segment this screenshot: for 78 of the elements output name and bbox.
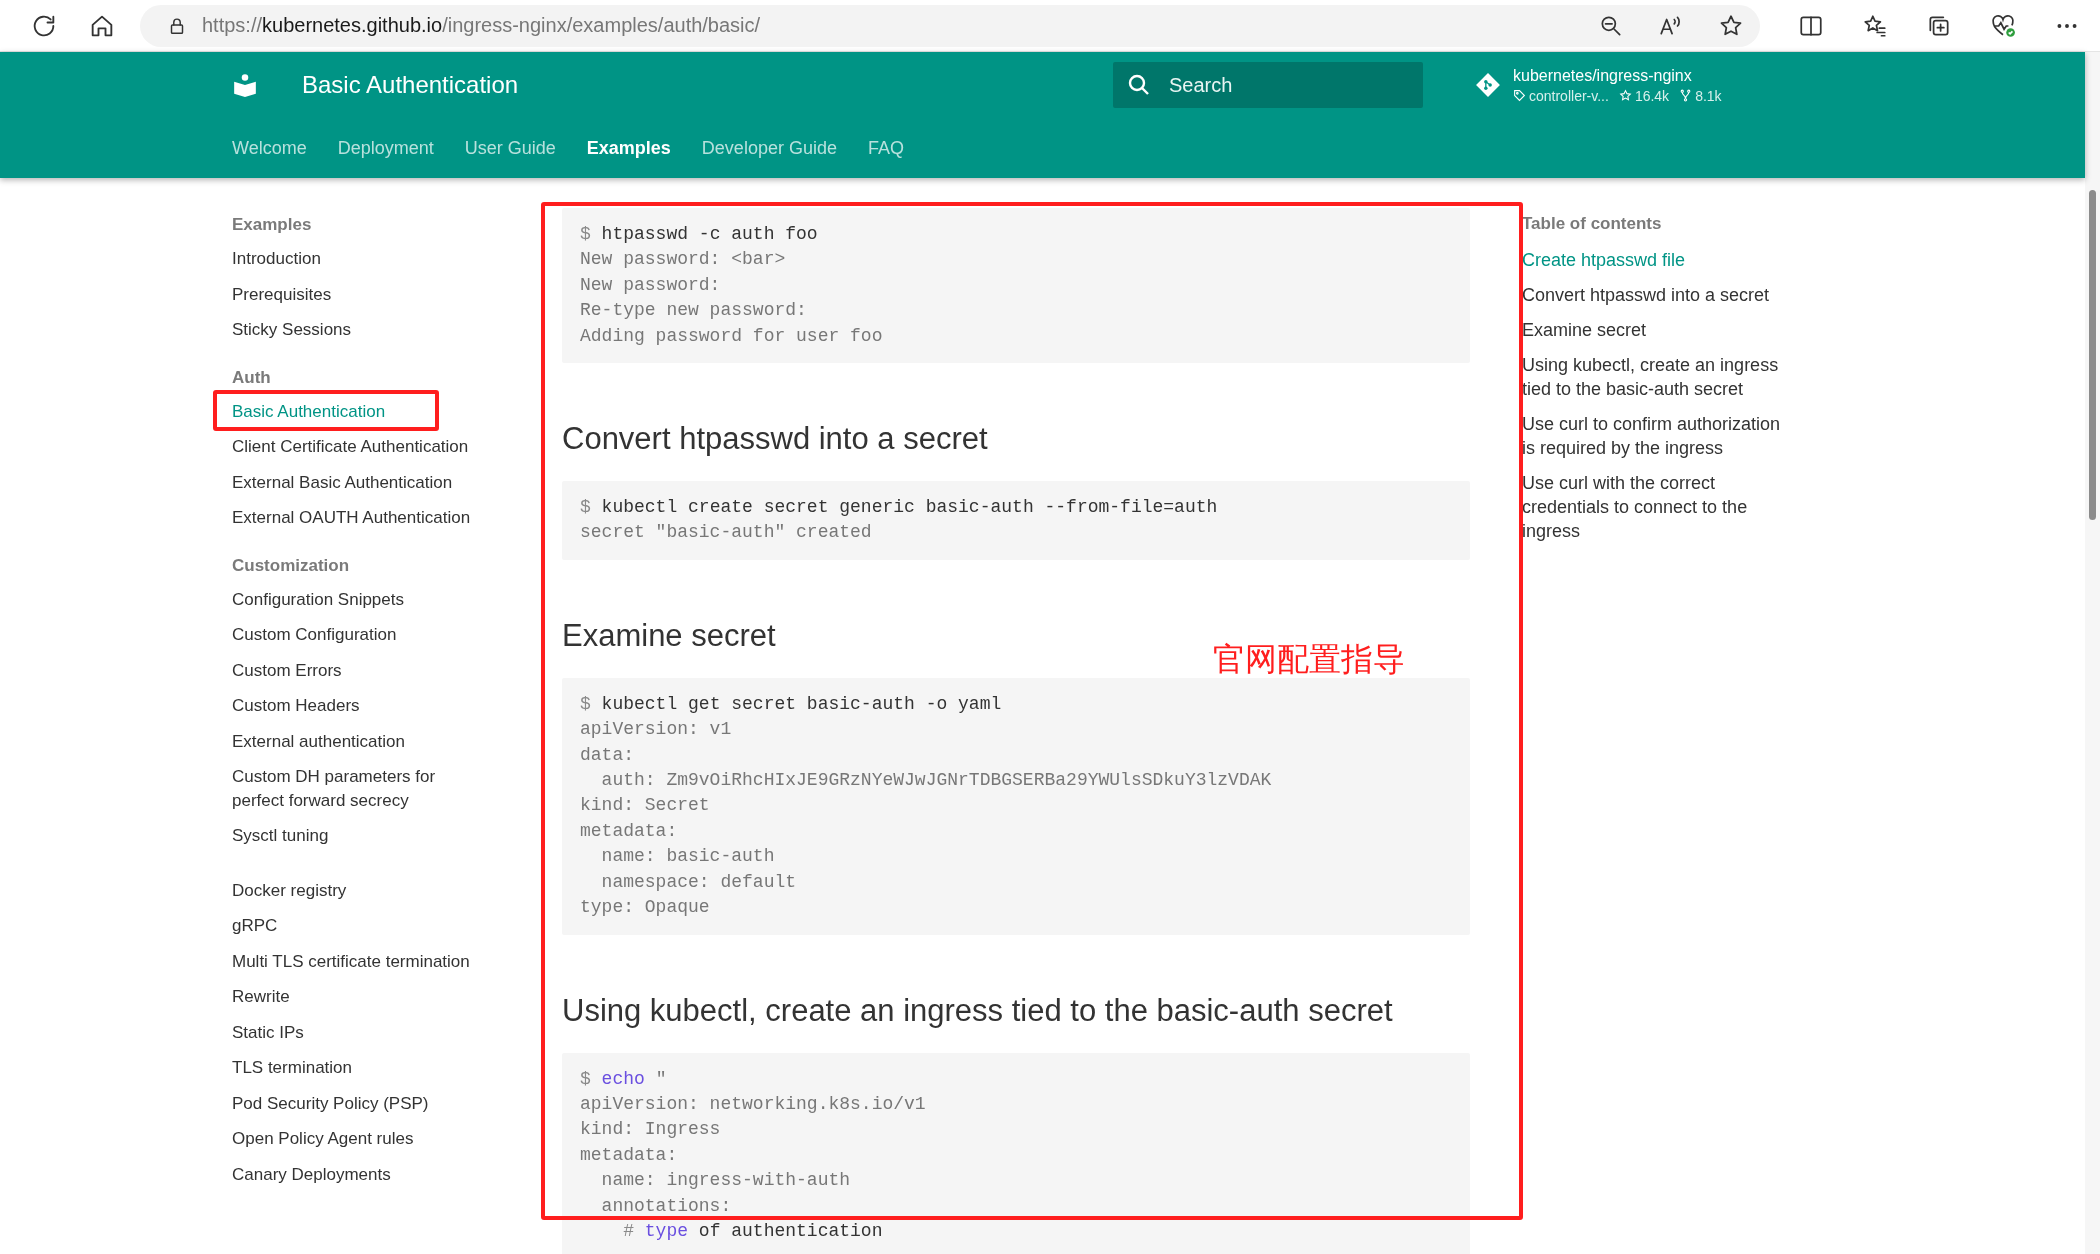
sidebar-link[interactable]: Rewrite bbox=[232, 979, 290, 1015]
star-count: 16.4k bbox=[1634, 87, 1670, 104]
sidebar-link[interactable]: Custom Errors bbox=[232, 652, 342, 688]
sidebar-link[interactable]: Open Policy Agent rules bbox=[232, 1121, 414, 1157]
sidebar-link[interactable]: Canary Deployments bbox=[232, 1156, 391, 1192]
address-bar[interactable]: https://kubernetes.github.io/ingress-nginx/examples/auth/basic/ bbox=[140, 4, 1760, 47]
sidebar-link[interactable]: External authentication bbox=[232, 723, 405, 759]
code-line: secret "basic-auth" created bbox=[580, 521, 872, 545]
code-line: $ echo " bbox=[580, 1067, 667, 1091]
sidebar-link[interactable]: Custom Configuration bbox=[232, 617, 397, 653]
sidebar-link[interactable]: Multi TLS certificate termination bbox=[232, 943, 470, 979]
toc-link[interactable]: Using kubectl, create an ingress tied to the basic-auth secret bbox=[1522, 347, 1794, 406]
toc-link[interactable]: Use curl with the correct credentials to connect to the ingress bbox=[1522, 465, 1794, 548]
git-icon[interactable] bbox=[1475, 72, 1501, 98]
sidebar-link[interactable]: Introduction bbox=[232, 241, 321, 277]
code-line: kind: Secret bbox=[580, 794, 710, 818]
code-line: type: Opaque bbox=[580, 896, 710, 920]
code-line: $ kubectl get secret basic-auth -o yaml bbox=[580, 692, 1002, 716]
code-line: annotations: bbox=[600, 1194, 732, 1218]
page-title: Basic Authentication bbox=[302, 71, 520, 99]
code-line: name: ingress-with-auth bbox=[600, 1169, 851, 1193]
sidebar-link[interactable]: Sysctl tuning bbox=[232, 818, 329, 854]
code-line: $ htpasswd -c auth foo bbox=[580, 223, 818, 246]
sidebar-link[interactable]: External Basic Authentication bbox=[232, 464, 453, 500]
sidebar-link[interactable]: Docker registry bbox=[232, 872, 347, 908]
repo-name[interactable]: kubernetes/ingress-nginx bbox=[1513, 66, 1722, 85]
version-text: controller-v... bbox=[1529, 87, 1609, 104]
code-line: # type of authentication bbox=[622, 1219, 883, 1243]
sidebar-link[interactable]: Prerequisites bbox=[232, 276, 332, 312]
sidebar-link[interactable]: Custom Headers bbox=[232, 688, 360, 724]
annotation-text: 官网配置指导 bbox=[1213, 639, 1405, 680]
search-icon bbox=[1127, 73, 1151, 97]
sidebar-link[interactable]: Sticky Sessions bbox=[232, 312, 352, 348]
sidebar-section-title: Customization bbox=[232, 554, 351, 576]
code-line: apiVersion: v1 bbox=[580, 718, 732, 742]
code-line: New password: bbox=[580, 273, 721, 297]
code-line: $ kubectl create secret generic basic-auth --from-file=auth bbox=[580, 496, 1218, 520]
code-line: Re-type new password: bbox=[580, 299, 807, 323]
sidebar-link[interactable]: Configuration Snippets bbox=[232, 581, 404, 617]
code-line: namespace: default bbox=[600, 870, 797, 894]
health-icon[interactable] bbox=[1990, 12, 2016, 39]
code-line: auth: Zm9vOiRhcHIxJE9GRzNYeWJwJGNrTDBGSERBa29YWUlsSDkuY3lzVDAK bbox=[600, 769, 1272, 793]
search-field[interactable]: Search bbox=[1113, 62, 1423, 108]
book-logo-icon[interactable] bbox=[232, 72, 258, 98]
sidebar-link[interactable]: Pod Security Policy (PSP) bbox=[232, 1085, 429, 1121]
star-icon bbox=[1618, 89, 1632, 102]
sidebar-section-title: Auth bbox=[232, 366, 272, 388]
code-line: apiVersion: networking.k8s.io/v1 bbox=[580, 1092, 926, 1116]
scrollbar-thumb[interactable] bbox=[2089, 190, 2096, 520]
code-line: metadata: bbox=[580, 1143, 678, 1167]
sidebar-link[interactable]: External OAUTH Authentication bbox=[232, 500, 471, 536]
fork-icon bbox=[1679, 89, 1693, 102]
sidebar-link[interactable]: gRPC bbox=[232, 908, 278, 944]
sidebar-link[interactable]: TLS termination bbox=[232, 1050, 352, 1086]
code-line: data: bbox=[580, 743, 634, 767]
code-line: New password: <bar> bbox=[580, 248, 786, 272]
section-heading: Using kubectl, create an ingress tied to the basic-auth secret bbox=[562, 991, 1393, 1030]
code-line: Adding password for user foo bbox=[580, 324, 883, 348]
code-line: name: basic-auth bbox=[600, 845, 775, 869]
nav-tab[interactable]: Examples bbox=[586, 138, 671, 159]
sidebar-link[interactable]: Custom DH parameters for perfect forward secrecy bbox=[232, 759, 484, 818]
sidebar-link[interactable]: Basic Authentication bbox=[232, 393, 386, 429]
code-line: metadata: bbox=[580, 819, 678, 843]
fork-count: 8.1k bbox=[1695, 87, 1722, 104]
section-heading: Examine secret bbox=[562, 616, 776, 655]
toc-link[interactable]: Create htpasswd file bbox=[1522, 242, 1686, 277]
favorites-icon[interactable] bbox=[1862, 12, 1888, 39]
toc-link[interactable]: Use curl to confirm authorization is required by the ingress bbox=[1522, 406, 1794, 465]
toc-title: Table of contents bbox=[1522, 214, 1663, 234]
sidebar-section-title: Examples bbox=[232, 214, 313, 235]
tag-icon bbox=[1513, 89, 1526, 102]
address-text: https://kubernetes.github.io/ingress-nginx/examples/auth/basic/ bbox=[202, 14, 762, 37]
sidebar-link[interactable]: Static IPs bbox=[232, 1014, 304, 1050]
code-line: kind: Ingress bbox=[580, 1118, 721, 1142]
toc-link[interactable]: Examine secret bbox=[1522, 312, 1647, 347]
sidebar-link[interactable]: Client Certificate Authentication bbox=[232, 429, 469, 465]
toc-link[interactable]: Convert htpasswd into a secret bbox=[1522, 277, 1770, 312]
section-heading: Convert htpasswd into a secret bbox=[562, 420, 988, 459]
